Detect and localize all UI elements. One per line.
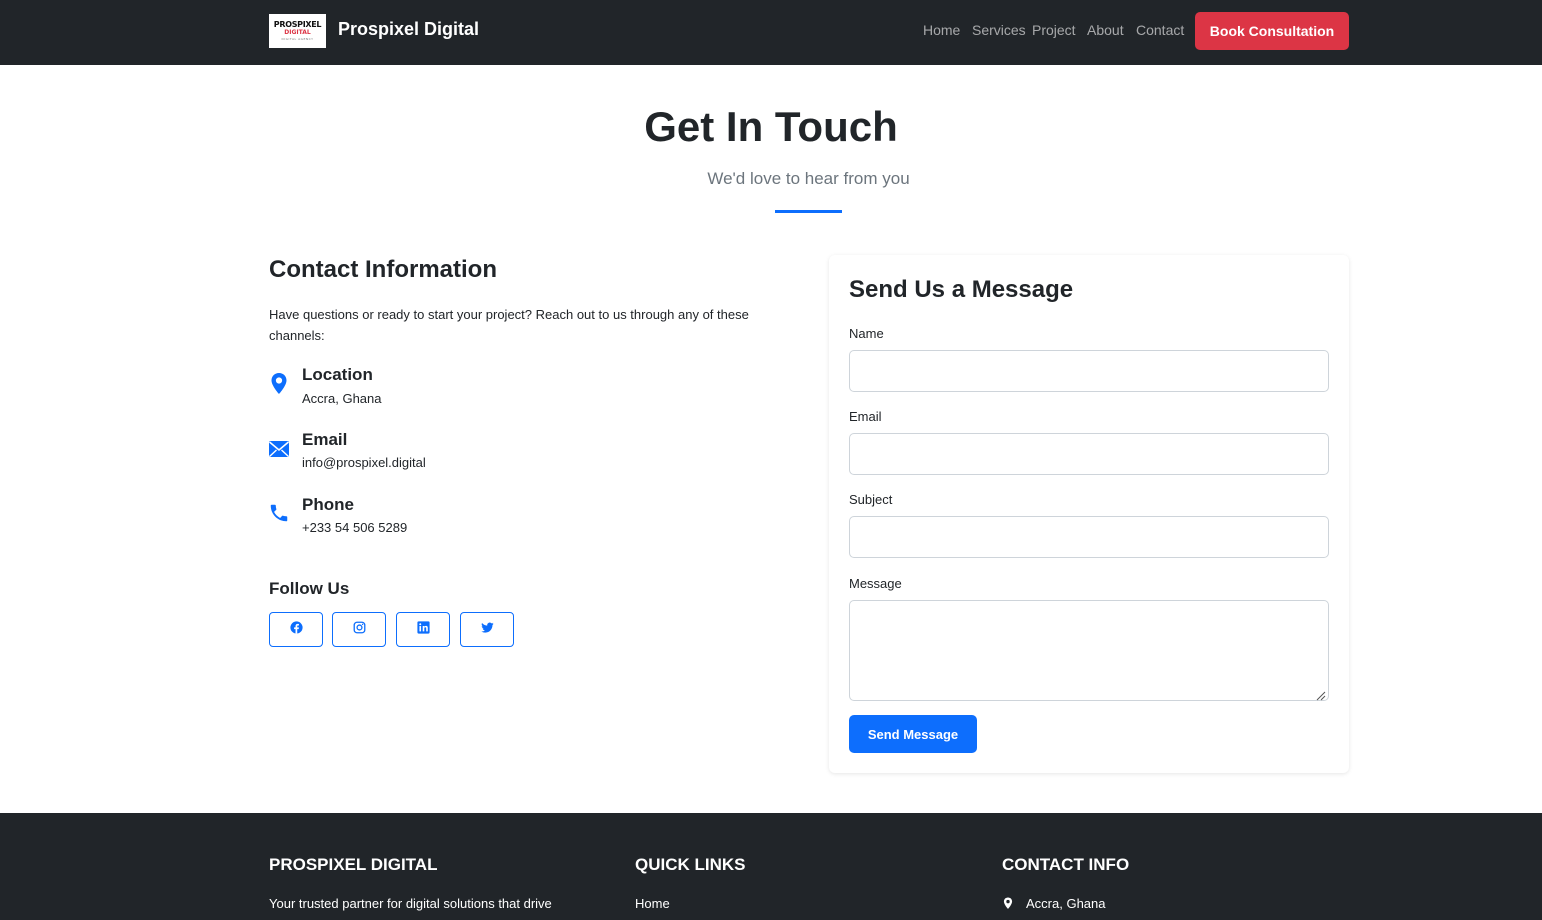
facebook-icon — [289, 620, 303, 639]
linkedin-button[interactable] — [396, 612, 450, 647]
location-title: Location — [302, 365, 373, 384]
envelope-icon — [268, 438, 290, 460]
footer-brand-heading: PROSPIXEL DIGITAL — [269, 855, 438, 874]
footer — [0, 813, 1542, 920]
resize-grip-icon[interactable] — [1316, 688, 1326, 701]
name-label: Name — [849, 326, 884, 341]
phone-value[interactable]: +233 54 506 5289 — [302, 520, 407, 535]
logo-text-line-3: DIGITAL AGENCY — [281, 37, 314, 41]
message-textarea[interactable] — [849, 600, 1329, 701]
contact-info-intro: Have questions or ready to start your pr… — [269, 307, 749, 343]
logo-text-line-2: DIGITAL — [284, 29, 311, 36]
email-label: Email — [849, 409, 882, 424]
footer-quick-links-heading: QUICK LINKS — [635, 855, 746, 874]
footer-contact-location: Accra, Ghana — [1026, 896, 1106, 911]
send-message-button[interactable]: Send Message — [849, 715, 977, 753]
nav-link-about[interactable]: About — [1087, 22, 1124, 38]
contact-info-heading: Contact Information — [269, 256, 497, 283]
email-value[interactable]: info@prospixel.digital — [302, 455, 426, 470]
nav-link-project[interactable]: Project — [1032, 22, 1076, 38]
email-title: Email — [302, 430, 348, 449]
instagram-button[interactable] — [332, 612, 386, 647]
brand-logo[interactable]: PROSPIXEL DIGITAL DIGITAL AGENCY — [269, 14, 326, 48]
footer-contact-heading: CONTACT INFO — [1002, 855, 1130, 874]
instagram-icon — [353, 621, 366, 639]
email-input[interactable] — [849, 433, 1329, 475]
page-subtitle: We'd love to hear from you — [707, 169, 910, 188]
book-consultation-button[interactable]: Book Consultation — [1195, 12, 1349, 50]
message-label: Message — [849, 576, 902, 591]
phone-title: Phone — [302, 495, 354, 514]
facebook-button[interactable] — [269, 612, 323, 647]
twitter-button[interactable] — [460, 612, 514, 647]
name-input[interactable] — [849, 350, 1329, 392]
location-value: Accra, Ghana — [302, 391, 382, 406]
footer-link-home[interactable]: Home — [635, 896, 670, 911]
title-divider — [775, 210, 842, 213]
phone-icon — [268, 502, 290, 524]
page-title: Get In Touch — [644, 103, 898, 150]
linkedin-icon — [416, 620, 430, 639]
nav-link-home[interactable]: Home — [923, 22, 960, 38]
top-navbar: PROSPIXEL DIGITAL DIGITAL AGENCY Prospix… — [0, 0, 1542, 65]
twitter-icon — [480, 621, 494, 639]
nav-link-services[interactable]: Services — [972, 22, 1026, 38]
subject-label: Subject — [849, 492, 893, 507]
form-heading: Send Us a Message — [849, 276, 1074, 303]
subject-input[interactable] — [849, 516, 1329, 558]
logo-text-line-1: PROSPIXEL — [273, 20, 322, 29]
nav-link-contact[interactable]: Contact — [1136, 22, 1184, 38]
location-pin-icon — [268, 372, 290, 394]
footer-brand-text: Your trusted partner for digital solutio… — [269, 896, 552, 911]
follow-us-heading: Follow Us — [269, 579, 350, 598]
location-pin-icon — [1002, 896, 1014, 916]
brand-name[interactable]: Prospixel Digital — [338, 19, 479, 40]
